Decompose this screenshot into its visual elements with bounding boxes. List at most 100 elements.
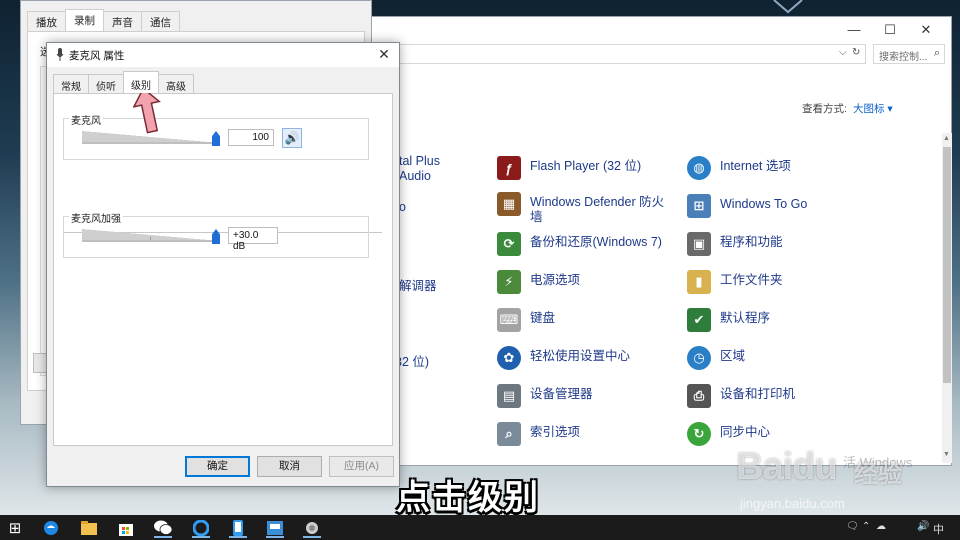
ok-button[interactable]: 确定 bbox=[185, 456, 250, 477]
cp-item-label: Windows Defender 防火墙 bbox=[530, 195, 665, 224]
tab-playback[interactable]: 播放 bbox=[27, 11, 66, 31]
cp-item-label: 电源选项 bbox=[530, 273, 581, 287]
wechat-icon[interactable] bbox=[150, 517, 176, 538]
search-icon[interactable]: ⌕ bbox=[934, 47, 940, 60]
edge-icon[interactable] bbox=[38, 517, 64, 538]
ease-of-access-icon: ✿ bbox=[497, 346, 521, 370]
cancel-button[interactable]: 取消 bbox=[257, 456, 322, 477]
cut-item-label[interactable]: tal Plus bbox=[399, 154, 440, 168]
watermark-brand: Baidu bbox=[736, 446, 838, 488]
tab-general[interactable]: 常规 bbox=[53, 74, 89, 93]
boost-label: 麦克风加强 bbox=[69, 210, 123, 225]
app-icon[interactable] bbox=[262, 517, 288, 538]
cp-item-device-manager[interactable]: ▤ 设备管理器 bbox=[497, 384, 593, 412]
cp-item-firewall[interactable]: ▦ Windows Defender 防火墙 bbox=[497, 192, 675, 224]
close-icon[interactable]: ✕ bbox=[376, 46, 392, 63]
refresh-icon[interactable]: ↻ bbox=[852, 47, 860, 58]
tab-advanced[interactable]: 高级 bbox=[158, 74, 194, 93]
cp-item-label: 键盘 bbox=[530, 311, 556, 325]
cp-item-flash-player[interactable]: ƒ Flash Player (32 位) bbox=[497, 156, 641, 184]
cp-item-ease-of-access[interactable]: ✿ 轻松使用设置中心 bbox=[497, 346, 630, 374]
start-icon[interactable]: ⊞ bbox=[2, 517, 28, 538]
cp-item-keyboard[interactable]: ⌨ 键盘 bbox=[497, 308, 555, 336]
view-by-dropdown[interactable]: 大图标 ▾ bbox=[853, 101, 893, 116]
camera-icon[interactable] bbox=[299, 517, 325, 538]
cp-item-region[interactable]: ◷ 区域 bbox=[687, 346, 745, 374]
maximize-button[interactable]: ☐ bbox=[879, 21, 901, 39]
microphone-properties-dialog: 麦克风 属性 ✕ 常规 侦听 级别 高级 麦克风 100 🔊 麦克风加强 +30… bbox=[46, 42, 400, 487]
watermark-url: jingyan.baidu.com bbox=[740, 496, 845, 511]
cp-item-work-folders[interactable]: ▮ 工作文件夹 bbox=[687, 270, 783, 298]
search-placeholder: 搜索控制... bbox=[879, 52, 928, 63]
microphone-level-group: 麦克风 100 🔊 bbox=[63, 112, 369, 160]
cp-item-windows-to-go[interactable]: ⊞ Windows To Go bbox=[687, 194, 807, 222]
watermark-sub: 经验 bbox=[854, 461, 902, 488]
cp-item-default-programs[interactable]: ✔ 默认程序 bbox=[687, 308, 770, 336]
search-input[interactable]: 搜索控制... ⌕ bbox=[873, 44, 945, 64]
tray-volume-icon[interactable]: 🔊 bbox=[917, 521, 929, 532]
scrollbar-thumb[interactable] bbox=[943, 147, 951, 383]
cut-item-label[interactable]: o bbox=[399, 200, 406, 214]
pointer-arrow-icon bbox=[133, 87, 161, 134]
apply-button[interactable]: 应用(A) bbox=[329, 456, 394, 477]
browser-icon[interactable] bbox=[188, 517, 214, 538]
tab-levels[interactable]: 级别 bbox=[123, 71, 159, 93]
microphone-level-label: 麦克风 bbox=[69, 112, 103, 127]
address-dropdown-icon[interactable]: ⌵ bbox=[839, 47, 847, 58]
sound-tabs: 播放 录制 声音 通信 bbox=[27, 9, 180, 31]
cp-item-indexing[interactable]: ⌕ 索引选项 bbox=[497, 422, 580, 450]
boost-slider[interactable] bbox=[82, 227, 220, 244]
control-panel-window: — ☐ ✕ ⌵ ↻ 搜索控制... ⌕ 查看方式: 大图标 ▾ tal Plus… bbox=[360, 16, 952, 466]
cp-item-internet-options[interactable]: ◍ Internet 选项 bbox=[687, 156, 791, 184]
tray-expand-icon[interactable]: ⌃ bbox=[862, 521, 870, 532]
baidu-watermark: Baidu 经验 jingyan.baidu.com bbox=[736, 434, 950, 511]
close-button[interactable]: ✕ bbox=[915, 21, 937, 39]
microphone-icon bbox=[56, 48, 64, 61]
boost-value: +30.0 dB bbox=[228, 227, 278, 252]
cp-item-devices-printers[interactable]: ⎙ 设备和打印机 bbox=[687, 384, 795, 412]
tab-recording[interactable]: 录制 bbox=[65, 9, 104, 31]
tray-chat-icon[interactable]: 🗨 bbox=[846, 521, 859, 532]
windows-to-go-icon: ⊞ bbox=[687, 194, 711, 218]
cp-item-label: Flash Player (32 位) bbox=[530, 159, 642, 173]
region-icon: ◷ bbox=[687, 346, 711, 370]
dialog-tabs: 常规 侦听 级别 高级 bbox=[53, 71, 194, 93]
programs-icon: ▣ bbox=[687, 232, 711, 256]
address-bar[interactable]: ⌵ ↻ bbox=[361, 44, 866, 64]
tray-cloud-icon[interactable]: ☁ bbox=[876, 521, 886, 532]
minimize-button[interactable]: — bbox=[843, 21, 865, 39]
cut-item-label[interactable]: Audio bbox=[399, 169, 431, 183]
cp-item-label: 默认程序 bbox=[720, 311, 771, 325]
cut-item-label[interactable]: 32 位) bbox=[395, 351, 429, 370]
cp-item-backup[interactable]: ⟳ 备份和还原(Windows 7) bbox=[497, 232, 662, 260]
tab-listen[interactable]: 侦听 bbox=[88, 74, 124, 93]
tab-sounds[interactable]: 声音 bbox=[103, 11, 142, 31]
phone-icon[interactable] bbox=[225, 517, 251, 538]
window-controls: — ☐ ✕ bbox=[831, 17, 951, 43]
keyboard-icon: ⌨ bbox=[497, 308, 521, 332]
cp-item-power[interactable]: ⚡ 电源选项 bbox=[497, 270, 580, 298]
cp-item-label: 索引选项 bbox=[530, 425, 581, 439]
cp-item-label: 轻松使用设置中心 bbox=[530, 349, 631, 363]
cp-item-label: 程序和功能 bbox=[720, 235, 783, 249]
cp-item-label: 区域 bbox=[720, 349, 746, 363]
taskbar: ⊞ 🗨 ⌃ ☁ 🔊 中 bbox=[0, 515, 960, 540]
cp-item-label: 备份和还原(Windows 7) bbox=[530, 235, 662, 249]
file-explorer-icon[interactable] bbox=[76, 517, 102, 538]
microphone-level-input[interactable]: 100 bbox=[228, 129, 274, 146]
cp-item-label: Internet 选项 bbox=[720, 159, 791, 173]
work-folders-icon: ▮ bbox=[687, 270, 711, 294]
tab-communications[interactable]: 通信 bbox=[141, 11, 180, 31]
slider-tick bbox=[150, 237, 151, 240]
cp-item-programs[interactable]: ▣ 程序和功能 bbox=[687, 232, 783, 260]
cut-item-label[interactable]: 解调器 bbox=[399, 275, 437, 294]
cp-item-label: Windows To Go bbox=[720, 197, 808, 211]
device-manager-icon: ▤ bbox=[497, 384, 521, 408]
internet-options-icon: ◍ bbox=[687, 156, 711, 180]
scroll-up-icon[interactable]: ▲ bbox=[943, 135, 950, 142]
boost-group: 麦克风加强 +30.0 dB bbox=[63, 210, 369, 258]
ime-indicator[interactable]: 中 bbox=[933, 521, 944, 537]
scrollbar[interactable]: ▲ ▼ bbox=[942, 133, 952, 463]
store-icon[interactable] bbox=[113, 517, 139, 538]
mute-toggle-speaker-icon[interactable]: 🔊 bbox=[282, 128, 302, 148]
